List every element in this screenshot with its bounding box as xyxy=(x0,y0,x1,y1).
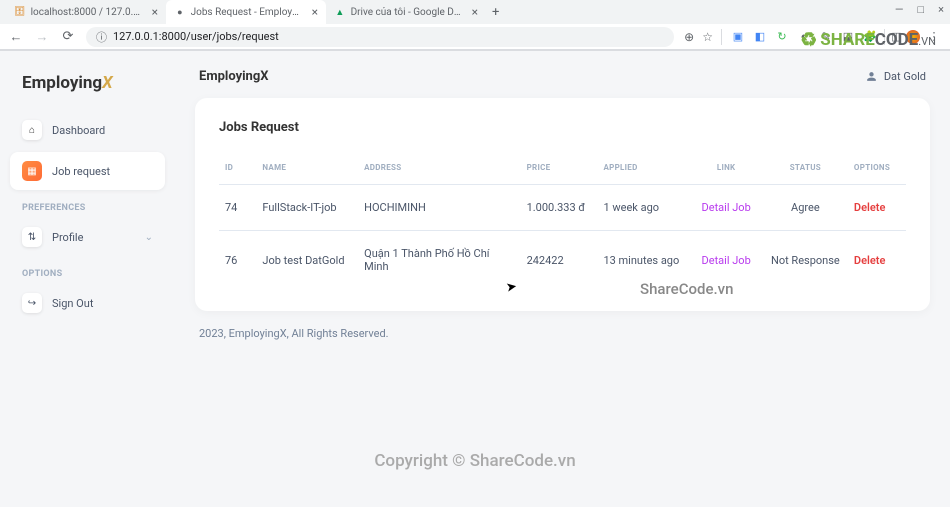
chevron-down-icon: ⌄ xyxy=(145,232,153,243)
cell-id: 74 xyxy=(219,185,256,231)
browser-tab-0[interactable]: 🗄 localhost:8000 / 127.0.0.1 / reci × xyxy=(6,0,166,24)
new-tab-button[interactable]: + xyxy=(486,2,505,23)
watermark-top: ♻ SHARECODE.VN xyxy=(800,28,936,51)
col-name: NAME xyxy=(256,155,358,185)
section-preferences: PREFERENCES xyxy=(10,193,165,218)
home-icon: ⌂ xyxy=(22,120,42,140)
cell-name: Job test DatGold xyxy=(256,231,358,290)
briefcase-icon: ▦ xyxy=(22,161,42,181)
section-options: OPTIONS xyxy=(10,259,165,284)
card-title: Jobs Request xyxy=(219,120,906,135)
close-icon[interactable]: × xyxy=(312,5,318,19)
col-id: ID xyxy=(219,155,256,185)
cell-price: 1.000.333 đ xyxy=(521,185,598,231)
sliders-icon: ⇅ xyxy=(22,227,42,247)
back-icon[interactable]: ← xyxy=(8,29,24,45)
watermark-mid: ShareCode.vn xyxy=(640,280,733,298)
tab-favicon-icon: 🗄 xyxy=(14,6,26,18)
sidebar-item-label: Job request xyxy=(52,165,110,178)
col-price: PRICE xyxy=(521,155,598,185)
main: EmployingX Dat Gold Jobs Request ID NAME… xyxy=(175,51,950,507)
user-name: Dat Gold xyxy=(884,70,926,83)
cell-price: 242422 xyxy=(521,231,598,290)
reload-icon[interactable]: ⟳ xyxy=(60,29,76,44)
tab-label: localhost:8000 / 127.0.0.1 / reci xyxy=(31,7,141,18)
table-header-row: ID NAME ADDRESS PRICE APPLIED LINK STATU… xyxy=(219,155,906,185)
cursor-icon: ➤ xyxy=(505,279,518,296)
close-icon[interactable]: × xyxy=(152,5,158,19)
user-info[interactable]: Dat Gold xyxy=(865,70,926,83)
forward-icon[interactable]: → xyxy=(34,29,50,45)
jobs-table: ID NAME ADDRESS PRICE APPLIED LINK STATU… xyxy=(219,155,906,289)
url-text: 127.0.0.1:8000/user/jobs/request xyxy=(113,30,279,43)
sidebar-item-label: Sign Out xyxy=(52,297,93,310)
sidebar: EmployingX ⌂ Dashboard ▦ Job request PRE… xyxy=(0,51,175,507)
browser-tab-2[interactable]: ▲ Drive của tôi - Google Drive × xyxy=(326,0,486,24)
app: EmployingX ⌂ Dashboard ▦ Job request PRE… xyxy=(0,51,950,507)
col-status: STATUS xyxy=(763,155,848,185)
table-row: 76 Job test DatGold Quận 1 Thành Phố Hồ … xyxy=(219,231,906,290)
cell-applied: 1 week ago xyxy=(597,185,689,231)
sidebar-item-label: Dashboard xyxy=(52,124,105,137)
tab-label: Drive của tôi - Google Drive xyxy=(351,7,461,18)
col-link: LINK xyxy=(689,155,762,185)
close-window-icon[interactable]: × xyxy=(938,3,944,16)
maximize-icon[interactable]: □ xyxy=(917,3,924,16)
sidebar-item-dashboard[interactable]: ⌂ Dashboard xyxy=(10,111,165,149)
status-text: Agree xyxy=(791,201,820,214)
tab-favicon-icon: ● xyxy=(174,6,186,18)
ext-icon-1[interactable]: ▣ xyxy=(730,29,746,45)
user-icon xyxy=(865,70,878,83)
page-title: EmployingX xyxy=(199,69,269,84)
detail-link[interactable]: Detail Job xyxy=(702,254,751,267)
star-icon[interactable]: ☆ xyxy=(702,30,713,44)
col-applied: APPLIED xyxy=(597,155,689,185)
sidebar-item-signout[interactable]: ↪ Sign Out xyxy=(10,284,165,322)
ext-icon-2[interactable]: ◧ xyxy=(752,29,768,45)
window-controls: — □ × xyxy=(895,3,944,16)
tab-label: Jobs Request - EmployingX xyxy=(191,7,301,18)
cell-address: HOCHIMINH xyxy=(358,185,520,231)
detail-link[interactable]: Detail Job xyxy=(702,201,751,214)
jobs-card: Jobs Request ID NAME ADDRESS PRICE APPLI… xyxy=(195,98,930,311)
sidebar-item-label: Profile xyxy=(52,231,83,244)
tab-bar: 🗄 localhost:8000 / 127.0.0.1 / reci × ● … xyxy=(0,0,950,24)
zoom-icon[interactable]: ⊕ xyxy=(684,30,694,44)
signout-icon: ↪ xyxy=(22,293,42,313)
url-field[interactable]: ⓘ 127.0.0.1:8000/user/jobs/request xyxy=(86,27,674,47)
info-icon: ⓘ xyxy=(96,29,107,45)
col-address: ADDRESS xyxy=(358,155,520,185)
logo: EmployingX xyxy=(10,69,165,111)
status-text: Not Response xyxy=(771,254,840,267)
table-row: 74 FullStack-IT-job HOCHIMINH 1.000.333 … xyxy=(219,185,906,231)
topbar: EmployingX Dat Gold xyxy=(195,65,930,98)
watermark-bottom: Copyright © ShareCode.vn xyxy=(0,451,950,471)
sidebar-item-profile[interactable]: ⇅ Profile ⌄ xyxy=(10,218,165,256)
delete-link[interactable]: Delete xyxy=(854,254,885,267)
cell-address: Quận 1 Thành Phố Hồ Chí Minh xyxy=(358,231,520,290)
browser-tab-1[interactable]: ● Jobs Request - EmployingX × xyxy=(166,0,326,24)
tab-favicon-icon: ▲ xyxy=(334,6,346,18)
delete-link[interactable]: Delete xyxy=(854,201,885,214)
cell-id: 76 xyxy=(219,231,256,290)
ext-icon-3[interactable]: ↻ xyxy=(774,29,790,45)
minimize-icon[interactable]: — xyxy=(895,3,904,16)
close-icon[interactable]: × xyxy=(472,5,478,19)
cell-name: FullStack-IT-job xyxy=(256,185,358,231)
col-options: OPTIONS xyxy=(848,155,906,185)
footer-text: 2023, EmployingX, All Rights Reserved. xyxy=(195,311,930,356)
sidebar-item-job-request[interactable]: ▦ Job request xyxy=(10,152,165,190)
recycle-icon: ♻ xyxy=(800,28,817,51)
